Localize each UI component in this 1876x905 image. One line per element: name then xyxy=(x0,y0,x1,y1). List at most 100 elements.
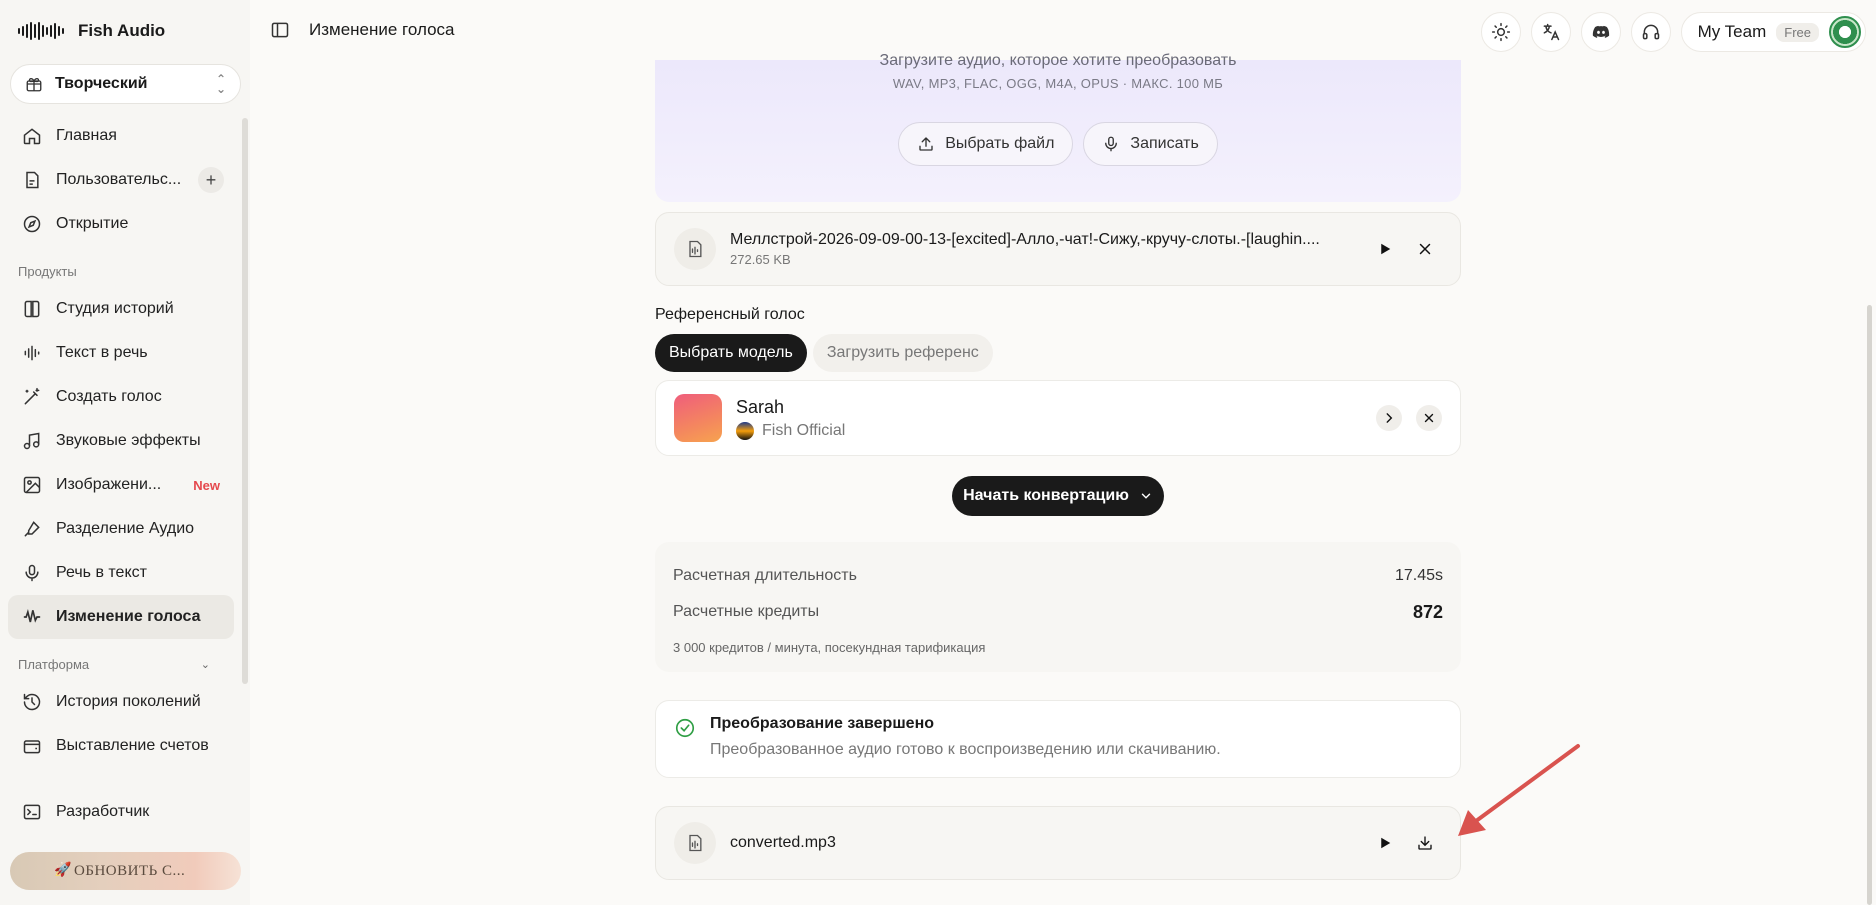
terminal-icon xyxy=(23,804,41,820)
magic-wand-icon xyxy=(24,387,40,405)
support-button[interactable] xyxy=(1630,12,1671,52)
section-products: Продукты xyxy=(8,246,234,287)
tab-upload-reference[interactable]: Загрузить референс xyxy=(812,334,993,372)
sidebar: Fish Audio Творческий ⌃ ⌄ Главная Пользов… xyxy=(0,0,250,905)
sidebar-item-label: Звуковые эффекты xyxy=(56,432,201,449)
language-button[interactable] xyxy=(1530,12,1571,52)
avatar[interactable] xyxy=(1829,16,1861,48)
reference-voice-label: Референсный голос xyxy=(655,306,805,323)
plan-badge: Free xyxy=(1776,22,1819,42)
discord-button[interactable] xyxy=(1580,12,1621,52)
voice-details-button[interactable] xyxy=(1376,405,1402,431)
sidebar-item-label: Выставление счетов xyxy=(56,737,209,754)
play-icon xyxy=(1381,837,1391,849)
pricing-note: 3 000 кредитов / минута, посекундная тар… xyxy=(673,640,986,655)
record-button[interactable]: Записать xyxy=(1083,122,1218,166)
sidebar-item-label: Студия историй xyxy=(56,300,174,317)
choose-file-button[interactable]: Выбрать файл xyxy=(898,122,1074,166)
audio-file-icon xyxy=(674,228,716,270)
source-file-size: 272.65 KB xyxy=(730,252,791,267)
close-icon xyxy=(1419,243,1431,255)
new-badge: New xyxy=(193,477,220,493)
sidebar-item-label: Пользовательс... xyxy=(56,171,182,188)
remove-file-button[interactable] xyxy=(1408,232,1442,266)
sidebar-item-audio-separation[interactable]: Разделение Аудио xyxy=(8,507,234,551)
brand[interactable]: Fish Audio xyxy=(18,18,165,44)
duration-row: Расчетная длительность 17.45s xyxy=(673,558,1443,594)
upload-icon xyxy=(919,137,933,151)
sidebar-item-create-voice[interactable]: Создать голос xyxy=(8,375,234,419)
play-icon xyxy=(1381,243,1391,255)
file-info: Меллстрой-2026-09-09-00-13-[excited]-Алл… xyxy=(730,231,1362,267)
sidebar-item-discover[interactable]: Открытие xyxy=(8,202,234,246)
credits-row: Расчетные кредиты 872 xyxy=(673,594,1443,630)
voice-avatar xyxy=(674,394,722,442)
book-icon xyxy=(24,300,40,318)
wallet-icon xyxy=(23,740,41,754)
sidebar-scrollbar[interactable] xyxy=(242,118,248,684)
main-scrollbar[interactable] xyxy=(1867,305,1872,905)
top-actions: My Team Free xyxy=(1480,12,1866,52)
sidebar-item-speech-to-text[interactable]: Речь в текст xyxy=(8,551,234,595)
sun-icon xyxy=(1491,22,1510,42)
sidebar-item-home[interactable]: Главная xyxy=(8,114,234,158)
sidebar-item-developer[interactable]: Разработчик xyxy=(8,790,234,834)
translate-icon xyxy=(1543,23,1559,41)
upload-buttons: Выбрать файл Записать xyxy=(655,122,1461,166)
music-note-icon xyxy=(23,432,40,450)
duration-value: 17.45s xyxy=(1394,567,1443,584)
credits-value: 872 xyxy=(1412,601,1443,622)
source-file-card: Меллстрой-2026-09-09-00-13-[excited]-Алл… xyxy=(655,212,1461,286)
sidebar-item-images[interactable]: Изображени... New xyxy=(8,463,234,507)
download-button[interactable] xyxy=(1408,826,1442,860)
theme-toggle-button[interactable] xyxy=(1480,12,1521,52)
duration-label: Расчетная длительность xyxy=(673,567,857,584)
sidebar-toggle-icon[interactable] xyxy=(270,20,290,40)
fish-audio-logo-icon xyxy=(18,18,66,44)
estimate-panel: Расчетная длительность 17.45s Расчетные … xyxy=(655,542,1461,672)
split-icon xyxy=(24,521,40,537)
play-result-button[interactable] xyxy=(1368,826,1402,860)
voice-owner-label: Fish Official xyxy=(762,421,846,439)
sidebar-item-sound-effects[interactable]: Звуковые эффекты xyxy=(8,419,234,463)
choose-file-label: Выбрать файл xyxy=(945,135,1055,152)
tab-select-model[interactable]: Выбрать модель xyxy=(655,334,807,372)
document-icon xyxy=(26,171,39,189)
sidebar-item-custom[interactable]: Пользовательс... + xyxy=(8,158,234,202)
section-label: Платформа xyxy=(18,657,90,672)
start-conversion-button[interactable]: Начать конвертацию xyxy=(952,476,1164,516)
source-file-name: Меллстрой-2026-09-09-00-13-[excited]-Алл… xyxy=(730,231,1320,248)
waveform-icon xyxy=(24,345,40,361)
add-button[interactable]: + xyxy=(198,167,224,193)
sidebar-item-label: Главная xyxy=(56,127,117,144)
sidebar-item-tts[interactable]: Текст в речь xyxy=(8,331,234,375)
workspace-switcher[interactable]: Творческий ⌃ ⌄ xyxy=(10,64,241,104)
voice-change-icon xyxy=(23,609,41,623)
upgrade-button[interactable]: 🚀 ОБНОВИТЬ С... xyxy=(10,852,241,890)
sidebar-item-voice-changer[interactable]: Изменение голоса xyxy=(8,595,234,639)
upgrade-label: ОБНОВИТЬ С... xyxy=(74,862,186,879)
remove-voice-button[interactable] xyxy=(1416,405,1442,431)
upload-title: Загрузите аудио, которое хотите преобраз… xyxy=(879,52,1237,69)
section-platform[interactable]: Платформа ⌄ xyxy=(8,639,234,680)
sidebar-item-billing[interactable]: Выставление счетов xyxy=(8,724,234,768)
team-switcher[interactable]: My Team Free xyxy=(1680,12,1866,52)
rocket-icon: 🚀 xyxy=(54,863,72,878)
annotation-arrow-icon xyxy=(1458,744,1580,836)
sidebar-item-label: Изображени... xyxy=(56,476,162,493)
home-icon xyxy=(23,128,41,145)
sidebar-item-label: Открытие xyxy=(56,215,129,232)
sidebar-item-label: Речь в текст xyxy=(56,564,147,581)
sidebar-item-story-studio[interactable]: Студия историй xyxy=(8,287,234,331)
upload-dropzone[interactable]: Загрузите аудио, которое хотите преобраз… xyxy=(655,52,1461,202)
chevron-updown-icon: ⌃ ⌄ xyxy=(215,72,226,96)
audio-file-icon xyxy=(674,822,716,864)
voice-name: Sarah xyxy=(736,396,785,417)
sidebar-item-history[interactable]: История поколений xyxy=(8,680,234,724)
selected-voice-card[interactable]: Sarah Fish Official xyxy=(655,380,1461,456)
download-icon xyxy=(1418,836,1432,850)
brand-name: Fish Audio xyxy=(78,21,166,40)
microphone-icon xyxy=(25,564,39,582)
upload-formats: WAV, MP3, FLAC, OGG, M4A, OPUS · МАКС. 1… xyxy=(892,76,1224,91)
play-button[interactable] xyxy=(1368,232,1402,266)
